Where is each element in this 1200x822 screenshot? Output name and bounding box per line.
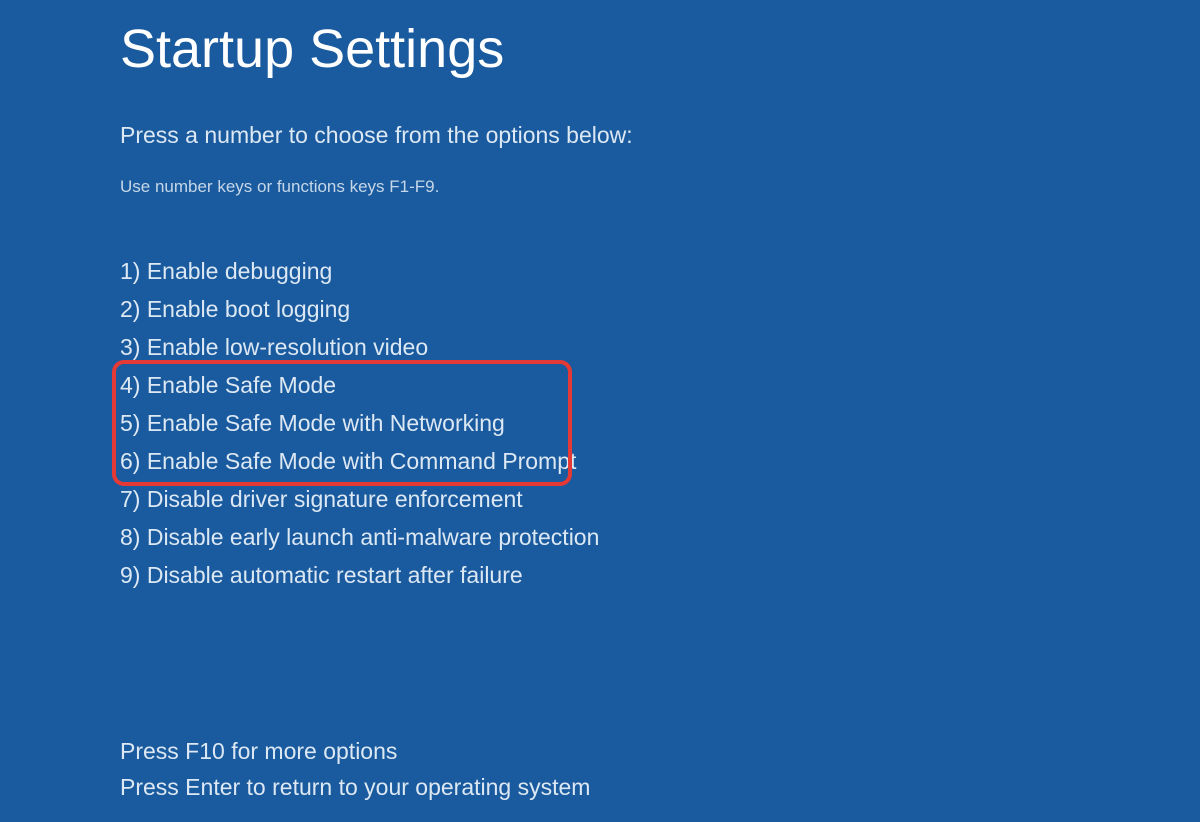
option-disable-driver-signature[interactable]: 7) Disable driver signature enforcement	[120, 481, 1200, 519]
option-enable-safe-mode-command-prompt[interactable]: 6) Enable Safe Mode with Command Prompt	[120, 443, 1200, 481]
option-enable-boot-logging[interactable]: 2) Enable boot logging	[120, 291, 1200, 329]
option-enable-debugging[interactable]: 1) Enable debugging	[120, 253, 1200, 291]
return-instruction: Press Enter to return to your operating …	[120, 770, 1200, 806]
subtitle-instruction: Press a number to choose from the option…	[120, 122, 1200, 149]
option-disable-anti-malware[interactable]: 8) Disable early launch anti-malware pro…	[120, 519, 1200, 557]
option-enable-safe-mode-networking[interactable]: 5) Enable Safe Mode with Networking	[120, 405, 1200, 443]
option-disable-automatic-restart[interactable]: 9) Disable automatic restart after failu…	[120, 557, 1200, 595]
hint-text: Use number keys or functions keys F1-F9.	[120, 177, 1200, 197]
page-title: Startup Settings	[120, 18, 1200, 80]
footer-instructions: Press F10 for more options Press Enter t…	[120, 734, 1200, 805]
more-options-instruction: Press F10 for more options	[120, 734, 1200, 770]
option-enable-safe-mode[interactable]: 4) Enable Safe Mode	[120, 367, 1200, 405]
option-enable-low-resolution-video[interactable]: 3) Enable low-resolution video	[120, 329, 1200, 367]
startup-options-list: 1) Enable debugging 2) Enable boot loggi…	[120, 253, 1200, 594]
